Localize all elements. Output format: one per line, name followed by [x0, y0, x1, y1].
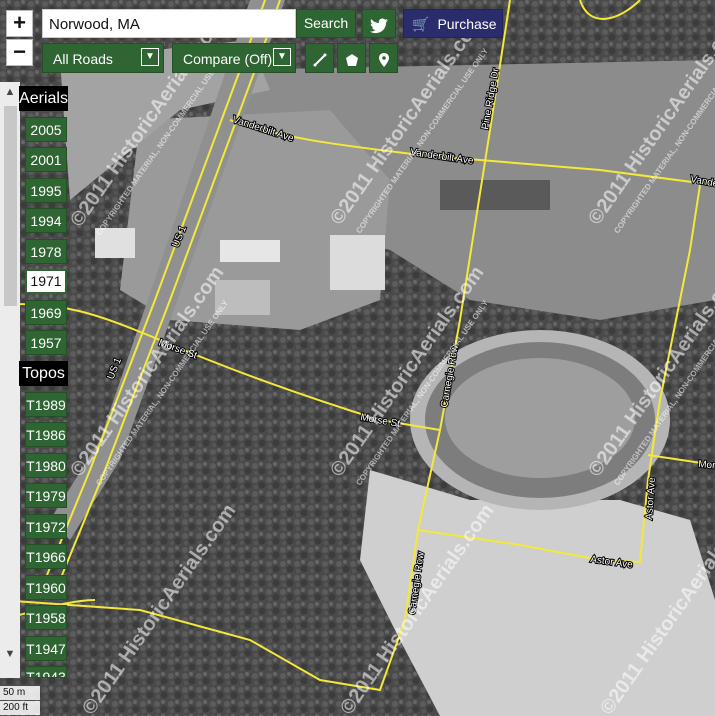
- scale-metric: 50 m: [0, 686, 40, 700]
- map-pin-icon: [378, 53, 389, 68]
- scale-imperial: 200 ft: [0, 701, 40, 715]
- aerial-year-1971[interactable]: 1971: [25, 269, 67, 294]
- aerial-year-1978[interactable]: 1978: [25, 239, 67, 264]
- purchase-button[interactable]: 🛒 Purchase: [403, 9, 503, 38]
- roads-select[interactable]: All Roads ▼: [42, 43, 164, 73]
- zoom-out-button[interactable]: −: [6, 39, 33, 66]
- roads-select-value: All Roads: [53, 51, 113, 67]
- aerial-year-1957[interactable]: 1957: [25, 330, 67, 355]
- scroll-up-icon[interactable]: ▲: [2, 84, 18, 100]
- aerials-heading: Aerials: [19, 86, 68, 111]
- aerial-year-1994[interactable]: 1994: [25, 208, 67, 233]
- topo-year-t1966[interactable]: T1966: [25, 544, 67, 569]
- compare-select-value: Compare (Off): [183, 51, 273, 67]
- topo-year-t1943[interactable]: T1943: [25, 666, 67, 678]
- marker-button[interactable]: [369, 43, 398, 73]
- topo-year-t1980[interactable]: T1980: [25, 453, 67, 478]
- topo-year-t1989[interactable]: T1989: [25, 392, 67, 417]
- topo-year-t1947[interactable]: T1947: [25, 636, 67, 661]
- aerial-year-2005[interactable]: 2005: [25, 117, 67, 142]
- compare-select[interactable]: Compare (Off) ▼: [172, 43, 296, 73]
- zoom-in-button[interactable]: +: [6, 10, 33, 37]
- scroll-down-icon[interactable]: ▼: [2, 646, 18, 662]
- aerial-year-1969[interactable]: 1969: [25, 300, 67, 325]
- measure-area-button[interactable]: [337, 43, 366, 73]
- topo-year-t1958[interactable]: T1958: [25, 605, 67, 630]
- twitter-button[interactable]: [362, 9, 396, 38]
- cart-icon: 🛒: [412, 16, 430, 32]
- aerial-year-2001[interactable]: 2001: [25, 147, 67, 172]
- scrollbar-thumb[interactable]: [4, 106, 17, 306]
- topos-heading: Topos: [19, 361, 68, 386]
- topo-year-t1979[interactable]: T1979: [25, 483, 67, 508]
- topo-year-t1972[interactable]: T1972: [25, 514, 67, 539]
- twitter-icon: [370, 18, 388, 34]
- aerial-year-1995[interactable]: 1995: [25, 178, 67, 203]
- polygon-tool-icon: [345, 54, 358, 67]
- chevron-down-icon: ▼: [273, 48, 291, 66]
- aerial-map[interactable]: [0, 0, 715, 716]
- search-input[interactable]: Norwood, MA: [42, 9, 296, 38]
- topo-year-t1986[interactable]: T1986: [25, 422, 67, 447]
- chevron-down-icon: ▼: [141, 48, 159, 66]
- measure-line-button[interactable]: [305, 43, 334, 73]
- topo-year-t1960[interactable]: T1960: [25, 575, 67, 600]
- purchase-label: Purchase: [437, 16, 497, 32]
- search-button[interactable]: Search: [296, 9, 356, 38]
- line-tool-icon: [313, 53, 326, 67]
